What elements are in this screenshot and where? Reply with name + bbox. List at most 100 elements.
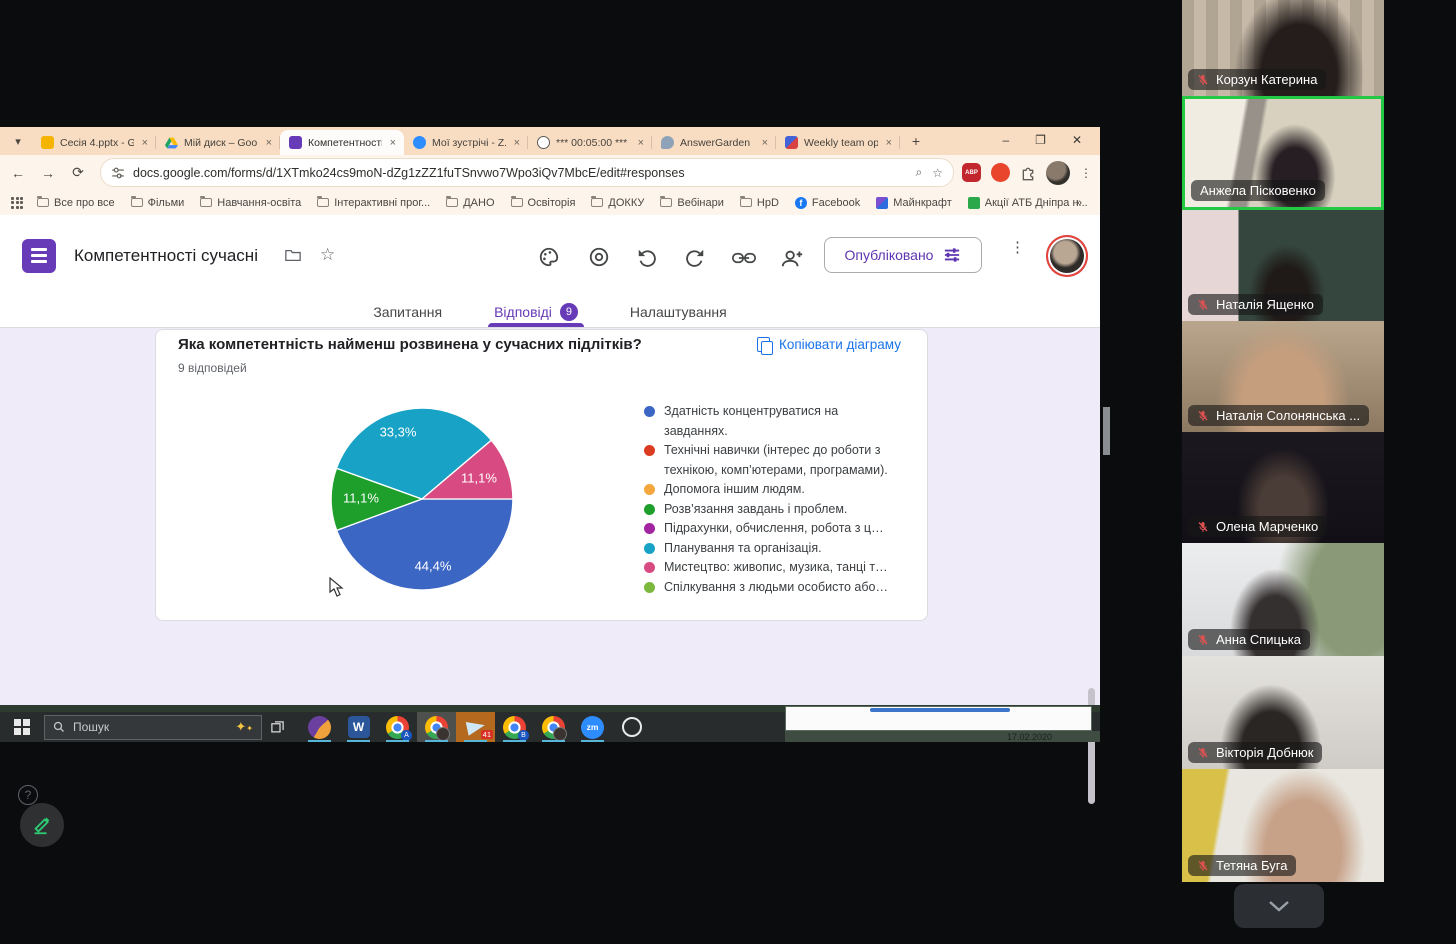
- legend-label: Планування та організація.: [664, 539, 822, 559]
- taskbar-app-ring[interactable]: [612, 712, 651, 742]
- browser-tab[interactable]: Weekly team op... ×: [776, 130, 900, 155]
- tab-close-icon[interactable]: ×: [264, 137, 274, 149]
- bookmark-item[interactable]: НрD: [740, 197, 779, 209]
- tab-close-icon[interactable]: ×: [636, 137, 646, 149]
- taskbar-search-input[interactable]: Пошук ✦✦: [44, 715, 262, 740]
- browser-tab[interactable]: Сесія 4.pptx - G... ×: [32, 130, 156, 155]
- minimize-button[interactable]: –: [1002, 133, 1009, 147]
- participant-tile[interactable]: Вікторія Добнюк: [1182, 656, 1384, 769]
- browser-menu-icon[interactable]: ⋮: [1080, 171, 1090, 175]
- browser-tab[interactable]: Мої зустрічі - Z... ×: [404, 130, 528, 155]
- address-bar[interactable]: docs.google.com/forms/d/1XTmko24cs9moN-d…: [100, 158, 954, 187]
- bookmark-star-icon[interactable]: ☆: [932, 166, 943, 180]
- add-collaborators-icon[interactable]: [780, 247, 804, 269]
- form-title[interactable]: Компетентності сучасні: [74, 246, 258, 266]
- taskbar-app-zoom[interactable]: zm: [573, 712, 612, 742]
- url-text[interactable]: docs.google.com/forms/d/1XTmko24cs9moN-d…: [133, 166, 916, 180]
- published-button[interactable]: Опубліковано: [824, 237, 982, 273]
- participant-tile[interactable]: Наталія Ященко: [1182, 210, 1384, 321]
- tab-questions[interactable]: Запитання: [371, 297, 444, 327]
- zoom-app-icon: zm: [581, 716, 604, 739]
- maximize-button[interactable]: ❐: [1035, 133, 1046, 147]
- taskbar-app-antivirus[interactable]: [300, 712, 339, 742]
- copy-chart-button[interactable]: Копіювати діаграму: [757, 337, 901, 352]
- tab-close-icon[interactable]: ×: [760, 137, 770, 149]
- extensions-puzzle-icon[interactable]: [1020, 165, 1036, 181]
- browser-scrollbar-thumb[interactable]: [1103, 407, 1110, 455]
- browser-tab[interactable]: Мій диск – Goo... ×: [156, 130, 280, 155]
- taskbar-app-chrome-profile-b[interactable]: B: [495, 712, 534, 742]
- pencil-icon: [31, 814, 53, 836]
- tab-responses[interactable]: Відповіді 9: [492, 297, 580, 327]
- participant-tile[interactable]: Олена Марченко: [1182, 432, 1384, 543]
- theme-palette-icon[interactable]: [538, 246, 560, 268]
- bookmark-item[interactable]: Майнкрафт: [876, 197, 952, 209]
- bookmark-item[interactable]: Фільми: [131, 197, 185, 209]
- taskbar-app-chrome-active[interactable]: [417, 712, 456, 742]
- tab-search-chevron-icon[interactable]: ▾: [8, 131, 28, 151]
- preview-eye-icon[interactable]: [588, 246, 610, 268]
- annotate-pencil-button[interactable]: [20, 803, 64, 847]
- profile-avatar[interactable]: [1046, 161, 1070, 185]
- pie-label: 33,3%: [380, 425, 417, 440]
- bookmark-item[interactable]: ДОККУ: [591, 197, 644, 209]
- bookmark-item[interactable]: Освіторія: [511, 197, 576, 209]
- bookmark-item[interactable]: Вебінари: [660, 197, 724, 209]
- account-avatar[interactable]: [1048, 237, 1086, 275]
- move-folder-icon[interactable]: [285, 248, 301, 261]
- redo-icon[interactable]: [684, 247, 706, 269]
- new-tab-button[interactable]: +: [906, 131, 926, 151]
- apps-grid-icon[interactable]: [11, 197, 23, 209]
- participant-tile[interactable]: Анна Спицька: [1182, 543, 1384, 656]
- taskbar-app-telegram[interactable]: 41: [456, 712, 495, 742]
- folder-icon: [591, 198, 603, 207]
- site-info-icon[interactable]: [111, 166, 125, 180]
- undo-icon[interactable]: [636, 247, 658, 269]
- bookmark-item[interactable]: Все про все: [37, 197, 115, 209]
- taskbar-clock-date: 17.02.2020: [785, 731, 1100, 742]
- tab-label: *** 00:05:00 ***: [556, 137, 630, 149]
- task-view-button[interactable]: [262, 712, 292, 742]
- copy-link-icon[interactable]: [732, 249, 756, 267]
- tab-settings[interactable]: Налаштування: [628, 297, 729, 327]
- back-button[interactable]: ←: [6, 161, 30, 185]
- bookmark-item[interactable]: ДАНО: [446, 197, 494, 209]
- participant-tile[interactable]: Корзун Катерина: [1182, 0, 1384, 96]
- minecraft-icon: [876, 197, 888, 209]
- taskbar-app-word[interactable]: W: [339, 712, 378, 742]
- star-form-icon[interactable]: ☆: [320, 245, 335, 265]
- close-window-button[interactable]: ✕: [1072, 133, 1082, 147]
- browser-tab-active[interactable]: Компетентності ×: [280, 130, 404, 155]
- adblock-extension-icon[interactable]: ABP: [962, 163, 981, 182]
- bookmark-item[interactable]: Навчання-освіта: [200, 197, 301, 209]
- forms-more-menu-icon[interactable]: ⋮: [1010, 245, 1020, 251]
- bookmark-item-facebook[interactable]: fFacebook: [795, 197, 860, 209]
- tab-close-icon[interactable]: ×: [512, 137, 522, 149]
- legend-label: Спілкування з людьми особисто або…: [664, 578, 888, 598]
- start-button[interactable]: [0, 712, 44, 742]
- participant-tile[interactable]: Тетяна Буга: [1182, 769, 1384, 882]
- bookmarks-overflow-chevron[interactable]: »: [1076, 197, 1082, 209]
- participant-name-label: Анжела Пісковенко: [1191, 180, 1325, 201]
- participant-tile[interactable]: Наталія Солонянська ...: [1182, 321, 1384, 432]
- google-forms-logo[interactable]: [22, 239, 56, 273]
- help-button[interactable]: ?: [18, 785, 38, 805]
- browser-tab[interactable]: AnswerGarden ... ×: [652, 130, 776, 155]
- reload-button[interactable]: ⟳: [66, 161, 90, 185]
- folder-icon: [37, 198, 49, 207]
- blocker-extension-icon[interactable]: [991, 163, 1010, 182]
- forward-button[interactable]: →: [36, 161, 60, 185]
- page-zoom-icon[interactable]: ⌕: [916, 165, 923, 180]
- tab-close-icon[interactable]: ×: [140, 137, 150, 149]
- browser-tab-strip: ▾ Сесія 4.pptx - G... × Мій диск – Goo..…: [0, 127, 1100, 155]
- tab-close-icon[interactable]: ×: [884, 137, 894, 149]
- participant-tile-active-speaker[interactable]: Анжела Пісковенко: [1182, 96, 1384, 210]
- bookmark-item[interactable]: Акції АТБ Дніпра н...: [968, 197, 1088, 209]
- tab-label: Налаштування: [630, 304, 727, 320]
- collapse-participants-button[interactable]: [1234, 884, 1324, 928]
- bookmark-item[interactable]: Інтерактивні прог...: [317, 197, 430, 209]
- taskbar-app-chrome[interactable]: [534, 712, 573, 742]
- tab-close-icon[interactable]: ×: [388, 137, 398, 149]
- browser-tab[interactable]: *** 00:05:00 *** ×: [528, 130, 652, 155]
- taskbar-app-chrome-profile-a[interactable]: A: [378, 712, 417, 742]
